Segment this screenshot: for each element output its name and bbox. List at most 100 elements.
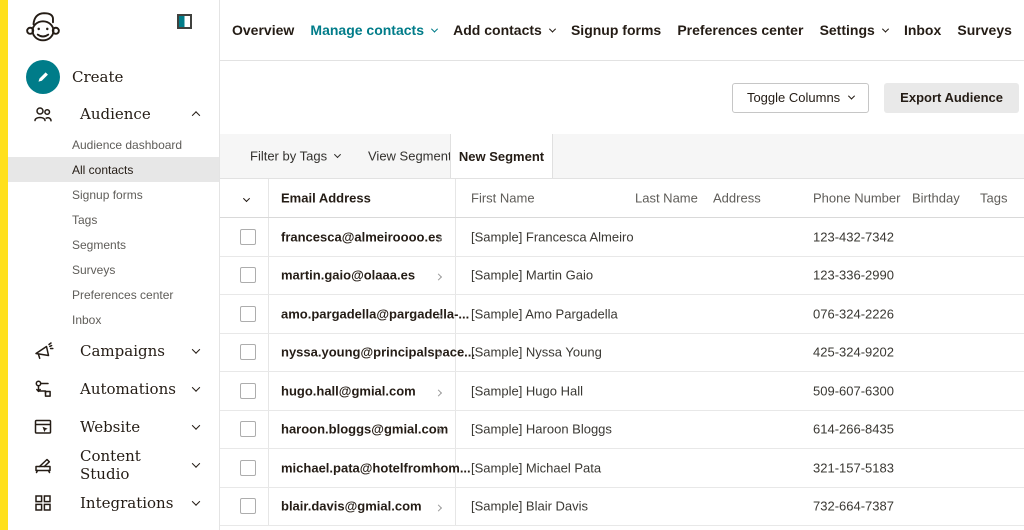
contact-email-link[interactable]: francesca@almeiroooo.es — [281, 229, 443, 244]
sidebar-item-audience-dashboard[interactable]: Audience dashboard — [8, 132, 219, 157]
column-divider — [268, 179, 269, 217]
contact-phone: 123-336-2990 — [813, 268, 894, 283]
sidebar-item-integrations[interactable]: Integrations — [8, 484, 219, 522]
contact-phone: 321-157-5183 — [813, 460, 894, 475]
tab-add-contacts[interactable]: Add contacts — [453, 22, 555, 38]
sidebar-item-preferences-center[interactable]: Preferences center — [8, 282, 219, 307]
sidebar-item-inbox[interactable]: Inbox — [8, 307, 219, 332]
tab-manage-contacts[interactable]: Manage contacts — [310, 22, 437, 38]
contact-first-name: [Sample] Francesca Almeiro — [471, 229, 634, 244]
row-checkbox[interactable] — [240, 498, 256, 514]
chevron-right-icon[interactable] — [436, 422, 441, 437]
table-row: nyssa.young@principalspace... [Sample] N… — [220, 334, 1024, 373]
contact-first-name: [Sample] Martin Gaio — [471, 268, 593, 283]
chevron-right-icon[interactable] — [436, 345, 441, 360]
select-all-dropdown[interactable] — [244, 191, 249, 206]
sidebar-item-content-studio[interactable]: Content Studio — [8, 446, 219, 484]
tab-label: Add contacts — [453, 22, 542, 38]
column-header-address[interactable]: Address — [713, 191, 761, 206]
chevron-down-icon — [192, 421, 200, 429]
row-checkbox[interactable] — [240, 306, 256, 322]
chevron-right-icon[interactable] — [436, 383, 441, 398]
sidebar-item-signup-forms[interactable]: Signup forms — [8, 182, 219, 207]
table-row: blair.davis@gmial.com [Sample] Blair Dav… — [220, 488, 1024, 527]
sidebar-item-audience[interactable]: Audience — [8, 96, 219, 132]
row-checkbox[interactable] — [240, 383, 256, 399]
table-row: amo.pargadella@pargadella-... [Sample] A… — [220, 295, 1024, 334]
sidebar-item-automations[interactable]: Automations — [8, 370, 219, 408]
column-header-tags[interactable]: Tags — [980, 191, 1007, 206]
table-row: francesca@almeiroooo.es [Sample] Frances… — [220, 218, 1024, 257]
contact-email-link[interactable]: haroon.bloggs@gmial.com — [281, 422, 448, 437]
contact-email-link[interactable]: blair.davis@gmial.com — [281, 499, 422, 514]
column-header-birthday[interactable]: Birthday — [912, 191, 960, 206]
tab-signup-forms[interactable]: Signup forms — [571, 22, 661, 38]
row-checkbox[interactable] — [240, 460, 256, 476]
contact-email-link[interactable]: martin.gaio@olaaa.es — [281, 268, 415, 283]
sidebar-item-label: Automations — [80, 380, 176, 398]
tab-surveys[interactable]: Surveys — [957, 22, 1011, 38]
contact-first-name: [Sample] Hugo Hall — [471, 383, 583, 398]
row-checkbox[interactable] — [240, 267, 256, 283]
chevron-down-icon — [192, 497, 200, 505]
tab-overview[interactable]: Overview — [232, 22, 294, 38]
chevron-right-icon[interactable] — [436, 268, 441, 283]
column-divider — [455, 179, 456, 217]
contact-email-link[interactable]: nyssa.young@principalspace... — [281, 345, 475, 360]
row-checkbox[interactable] — [240, 344, 256, 360]
new-segment-button[interactable]: New Segment — [450, 134, 553, 178]
sidebar-item-website[interactable]: Website — [8, 408, 219, 446]
chevron-down-icon — [334, 151, 341, 158]
table-row: haroon.bloggs@gmial.com [Sample] Haroon … — [220, 411, 1024, 450]
sidebar-item-surveys[interactable]: Surveys — [8, 257, 219, 282]
sidebar-item-label: Website — [80, 418, 140, 436]
column-header-first-name[interactable]: First Name — [471, 191, 535, 206]
main-content: Overview Manage contacts Add contacts Si… — [220, 0, 1024, 530]
contact-first-name: [Sample] Blair Davis — [471, 499, 588, 514]
chevron-down-icon — [549, 25, 556, 32]
table-header-row: Email Address First Name Last Name Addre… — [220, 179, 1024, 218]
sidebar-collapse-icon[interactable] — [177, 14, 192, 29]
chevron-right-icon[interactable] — [436, 229, 441, 244]
dropdown-label: Filter by Tags — [250, 149, 327, 164]
column-divider — [268, 449, 269, 487]
column-divider — [268, 488, 269, 526]
column-header-email[interactable]: Email Address — [281, 191, 371, 206]
row-checkbox[interactable] — [240, 421, 256, 437]
table-row: martin.gaio@olaaa.es [Sample] Martin Gai… — [220, 257, 1024, 296]
chevron-right-icon[interactable] — [436, 499, 441, 514]
contact-first-name: [Sample] Nyssa Young — [471, 345, 602, 360]
chevron-down-icon — [192, 345, 200, 353]
sidebar-item-create[interactable]: Create — [8, 58, 219, 96]
export-audience-button[interactable]: Export Audience — [884, 83, 1019, 113]
contact-phone: 123-432-7342 — [813, 229, 894, 244]
contact-email-link[interactable]: michael.pata@hotelfromhom... — [281, 460, 471, 475]
table-row: michael.pata@hotelfromhom... [Sample] Mi… — [220, 449, 1024, 488]
column-header-phone[interactable]: Phone Number — [813, 191, 900, 206]
audience-topnav: Overview Manage contacts Add contacts Si… — [220, 0, 1024, 61]
button-label: Toggle Columns — [747, 90, 840, 105]
tab-preferences-center[interactable]: Preferences center — [677, 22, 803, 38]
sidebar-item-label: Campaigns — [80, 342, 165, 360]
row-checkbox[interactable] — [240, 229, 256, 245]
column-divider — [455, 372, 456, 410]
tab-inbox[interactable]: Inbox — [904, 22, 941, 38]
sidebar-item-campaigns[interactable]: Campaigns — [8, 332, 219, 370]
contact-phone: 614-266-8435 — [813, 422, 894, 437]
mailchimp-logo-icon[interactable] — [24, 8, 62, 46]
contact-first-name: [Sample] Michael Pata — [471, 460, 601, 475]
sidebar-item-all-contacts[interactable]: All contacts — [8, 157, 219, 182]
filter-by-tags-dropdown[interactable]: Filter by Tags — [250, 149, 340, 164]
toggle-columns-button[interactable]: Toggle Columns — [732, 83, 869, 113]
column-divider — [268, 334, 269, 372]
sidebar-item-segments[interactable]: Segments — [8, 232, 219, 257]
column-divider — [455, 411, 456, 449]
column-header-last-name[interactable]: Last Name — [635, 191, 698, 206]
contact-email-link[interactable]: hugo.hall@gmial.com — [281, 383, 416, 398]
chevron-right-icon[interactable] — [436, 460, 441, 475]
tab-label: Settings — [820, 22, 875, 38]
tab-settings[interactable]: Settings — [820, 22, 888, 38]
chevron-down-icon — [243, 195, 250, 202]
chevron-right-icon[interactable] — [436, 306, 441, 321]
sidebar-item-tags[interactable]: Tags — [8, 207, 219, 232]
